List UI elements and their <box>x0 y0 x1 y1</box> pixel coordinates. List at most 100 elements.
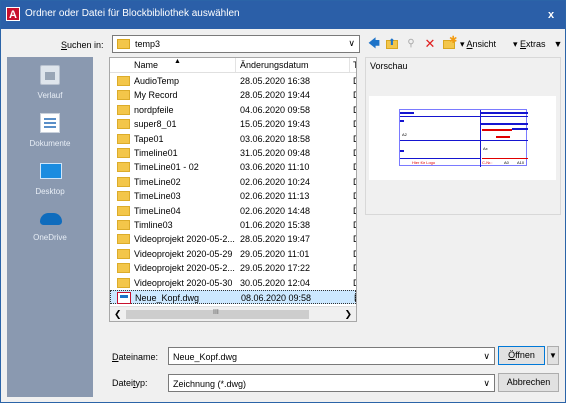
row-type: D <box>353 162 356 172</box>
open-options-dropdown[interactable]: ▼ <box>547 346 559 365</box>
search-web-icon[interactable]: ⚲ <box>404 36 418 52</box>
row-type: D <box>353 90 356 100</box>
place-dokumente[interactable]: Dokumente <box>7 113 93 157</box>
folder-icon <box>117 277 130 288</box>
row-date: 02.06.2020 11:13 <box>240 191 310 202</box>
close-button[interactable]: x <box>543 7 559 23</box>
row-name: Videoprojekt 2020-05-2... <box>134 263 235 274</box>
folder-row[interactable]: Timline03 01.06.2020 15:38 D <box>110 218 356 232</box>
chevron-down-icon[interactable]: ∨ <box>348 38 355 49</box>
lookin-dropdown[interactable]: temp3 ∨ <box>112 35 360 53</box>
folder-icon <box>117 104 130 115</box>
desktop-icon <box>40 163 62 179</box>
row-name: Videoprojekt 2020-05-29 <box>134 248 233 259</box>
folder-row[interactable]: My Record 28.05.2020 19:44 D <box>110 88 356 102</box>
folder-icon <box>117 191 130 202</box>
folder-icon <box>117 162 130 173</box>
place-label: Desktop <box>35 187 65 196</box>
folder-icon <box>117 263 130 274</box>
place-desktop[interactable]: Desktop <box>7 161 93 205</box>
column-divider[interactable] <box>349 58 350 72</box>
filename-input[interactable]: Neue_Kopf.dwg ∨ <box>168 347 495 365</box>
folder-row[interactable]: Videoprojekt 2020-05-2... 28.05.2020 19:4… <box>110 232 356 246</box>
row-type: D <box>353 234 356 244</box>
back-arrow-icon[interactable]: 🡄 <box>367 36 381 52</box>
row-date: 02.06.2020 14:48 <box>240 205 311 216</box>
row-date: 02.06.2020 10:24 <box>240 176 311 187</box>
filetype-label: Dateityp: <box>112 378 148 388</box>
horizontal-scrollbar[interactable]: ❮ III ❯ <box>110 306 356 321</box>
place-onedrive[interactable]: OneDrive <box>7 207 93 251</box>
folder-icon <box>117 205 130 216</box>
folder-row[interactable]: TimeLine03 02.06.2020 11:13 D <box>110 189 356 203</box>
row-type: D <box>354 293 356 303</box>
column-divider[interactable] <box>235 58 236 72</box>
filename-value: Neue_Kopf.dwg <box>173 352 238 362</box>
open-button[interactable]: Öffnen <box>498 346 545 365</box>
row-name: TimeLine03 <box>134 191 181 202</box>
row-type: D <box>353 105 356 115</box>
preview-text-logo: Hier für Logo <box>412 160 436 165</box>
folder-icon <box>117 234 130 245</box>
delete-icon[interactable]: ✕ <box>423 36 437 52</box>
scroll-right-icon[interactable]: ❯ <box>344 309 352 320</box>
row-name: nordpfeile <box>134 104 174 115</box>
autocad-logo-icon: A <box>6 7 20 21</box>
row-name: Timeline01 <box>134 148 178 158</box>
preview-thumbnail: A2 Hier für Logo Ax C-Nr.: A0 A10 <box>369 96 556 180</box>
folder-row[interactable]: super8_01 15.05.2020 19:43 D <box>110 117 356 131</box>
row-name: AudioTemp <box>134 76 180 86</box>
places-bar: Verlauf Dokumente Desktop OneDrive <box>7 57 93 397</box>
row-date: 31.05.2020 09:48 <box>240 148 311 158</box>
folder-row[interactable]: Timeline01 31.05.2020 09:48 D <box>110 146 356 160</box>
folder-row[interactable]: AudioTemp 28.05.2020 16:38 D <box>110 74 356 88</box>
preview-text-ax: Ax <box>483 146 488 151</box>
filetype-dropdown[interactable]: Zeichnung (*.dwg) ∨ <box>168 374 495 392</box>
view-menu-button[interactable]: ▾ Ansicht <box>460 36 512 52</box>
folder-row[interactable]: TimeLine01 - 02 03.06.2020 11:10 D <box>110 160 356 174</box>
row-date: 29.05.2020 11:01 <box>240 248 310 259</box>
folder-row[interactable]: TimeLine02 02.06.2020 10:24 D <box>110 175 356 189</box>
place-verlauf[interactable]: Verlauf <box>7 65 93 109</box>
row-name: Videoprojekt 2020-05-30 <box>134 277 233 288</box>
row-type: D <box>353 76 356 86</box>
folder-icon <box>117 39 130 49</box>
history-icon <box>40 65 60 85</box>
folder-row[interactable]: Videoprojekt 2020-05-29 29.05.2020 11:01 D <box>110 247 356 261</box>
folder-row[interactable]: TimeLine04 02.06.2020 14:48 D <box>110 204 356 218</box>
extras-menu-button[interactable]: ▾ Extras <box>513 36 555 52</box>
folder-row[interactable]: nordpfeile 04.06.2020 09:58 D <box>110 103 356 117</box>
documents-icon <box>40 113 60 133</box>
preview-text-a10: A10 <box>517 160 525 165</box>
row-type: D <box>353 119 356 129</box>
file-row-selected[interactable]: Neue_Kopf.dwg 08.06.2020 09:58 D <box>110 290 356 304</box>
folder-icon <box>117 133 130 144</box>
cancel-button[interactable]: Abbrechen <box>498 373 559 392</box>
preview-label: Vorschau <box>370 61 408 71</box>
folder-row[interactable]: Videoprojekt 2020-05-2... 29.05.2020 17:2… <box>110 261 356 275</box>
extras-label: ▾ Extras <box>513 39 546 49</box>
scroll-grip: III <box>213 309 219 316</box>
preview-text-cnr: C-Nr.: <box>482 160 493 165</box>
column-header-date[interactable]: Änderungsdatum <box>240 60 309 70</box>
chevron-down-icon[interactable]: ∨ <box>483 351 490 362</box>
chevron-down-icon[interactable]: ∨ <box>483 378 490 389</box>
onedrive-icon <box>40 213 62 225</box>
folder-row[interactable]: Videoprojekt 2020-05-30 30.05.2020 12:04 D <box>110 276 356 290</box>
file-list[interactable]: Name ▲ Änderungsdatum T AudioTemp 28.05.2… <box>109 57 357 322</box>
lookin-value: temp3 <box>135 39 161 49</box>
column-header-name[interactable]: Name <box>134 60 158 70</box>
column-header-type[interactable]: T <box>353 60 356 70</box>
new-folder-icon[interactable]: ✱ <box>442 35 457 52</box>
row-type: D <box>353 249 356 259</box>
folder-icon <box>117 90 130 101</box>
folder-up-icon[interactable]: ⬆ <box>385 36 399 52</box>
more-dropdown-icon[interactable]: ▼ <box>553 36 563 52</box>
folder-icon <box>117 248 130 259</box>
filetype-value: Zeichnung (*.dwg) <box>173 379 247 389</box>
title-bar[interactable]: A Ordner oder Datei für Blockbibliothek … <box>1 1 565 29</box>
column-header-row: Name ▲ Änderungsdatum T <box>110 58 356 73</box>
folder-row[interactable]: Tape01 03.06.2020 18:58 D <box>110 132 356 146</box>
preview-text-a2: A2 <box>402 132 407 137</box>
scroll-left-icon[interactable]: ❮ <box>114 309 122 320</box>
